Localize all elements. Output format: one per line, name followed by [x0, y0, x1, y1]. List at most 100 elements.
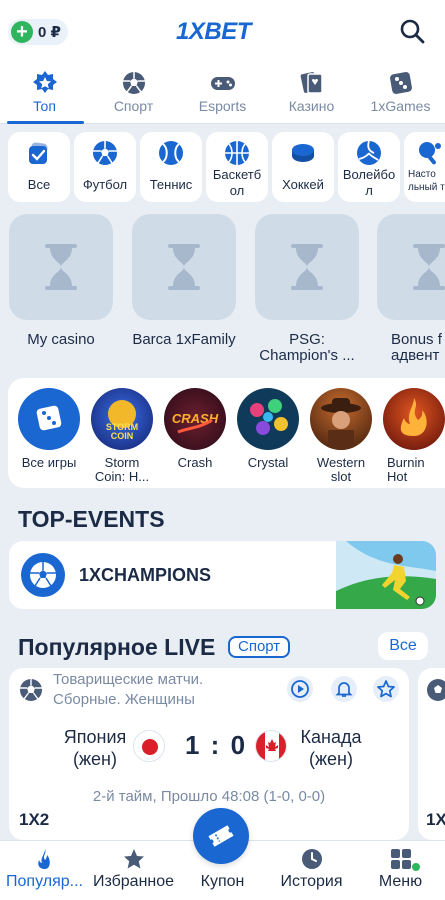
svg-text:CRASH: CRASH [172, 411, 219, 426]
market-type: 1X [426, 810, 445, 829]
game-thumb: STORM COIN [91, 388, 153, 450]
svg-text:COIN: COIN [111, 431, 134, 441]
soccer-ball-icon [19, 678, 43, 702]
notification-button[interactable] [331, 676, 357, 702]
market-type: 1X2 [19, 810, 50, 829]
gamepad-icon [210, 70, 236, 96]
tab-label: Казино [288, 98, 335, 114]
gear-star-icon [32, 70, 58, 96]
star-icon [122, 847, 146, 871]
video-button[interactable] [287, 676, 313, 702]
tab-sport[interactable]: Спорт [89, 62, 178, 124]
promo-card[interactable]: Barca 1xFamily [132, 214, 236, 348]
nav-label: Избранное [92, 873, 175, 890]
soccer-ball-icon [426, 678, 445, 702]
promo-placeholder [132, 214, 236, 320]
game-crystal[interactable]: Crystal [237, 388, 299, 470]
canada-flag-icon [255, 730, 287, 762]
star-icon [377, 680, 395, 698]
dice-icon [36, 405, 62, 431]
sport-chip-tennis[interactable]: Теннис [140, 132, 202, 202]
sport-chip-football[interactable]: Футбол [74, 132, 136, 202]
tab-label: 1xGames [370, 98, 431, 114]
promo-card[interactable]: My casino [9, 214, 113, 348]
volleyball-icon [356, 140, 382, 166]
promo-label: Barca 1xFamily [132, 331, 236, 348]
tab-label: Топ [33, 98, 56, 114]
nav-history[interactable]: История [267, 841, 356, 900]
tab-label: Esports [198, 98, 247, 114]
hourglass-icon [291, 244, 323, 290]
promo-label: PSG: Champion's ... [259, 331, 355, 364]
brand-logo[interactable]: 1XBET [176, 18, 251, 46]
sport-chip-table-tennis[interactable]: Насто льный те [404, 132, 445, 202]
match-card[interactable]: 1X [418, 668, 445, 840]
league-line: Сборные. Женщины [53, 691, 195, 708]
football-player-illustration [336, 541, 436, 609]
bell-icon [335, 682, 353, 697]
search-icon[interactable] [399, 18, 425, 44]
fire-icon [33, 847, 57, 871]
balance-button[interactable]: + 0 ₽ [8, 19, 68, 45]
sport-chip-all[interactable]: Все [8, 132, 70, 202]
game-crash[interactable]: CRASH Crash [164, 388, 226, 470]
game-label: Western slot [316, 455, 366, 484]
sport-label: Насто льный те [408, 169, 445, 193]
check-badge-icon [26, 140, 52, 166]
sport-label: Волейбо л [342, 167, 396, 198]
top-bar: + 0 ₽ 1XBET [0, 0, 445, 62]
play-icon [291, 680, 309, 698]
tab-esports[interactable]: Esports [178, 62, 267, 124]
champions-card[interactable]: 1XCHAMPIONS [9, 541, 436, 609]
sport-filter-chip[interactable]: Спорт [228, 636, 291, 658]
tab-top[interactable]: Топ [0, 62, 89, 124]
game-label: Crash [177, 455, 213, 470]
dice-icon [388, 70, 414, 96]
game-label: Crystal [247, 455, 289, 470]
team-name: Япония [63, 727, 127, 747]
tab-1xgames[interactable]: 1xGames [356, 62, 445, 124]
game-all[interactable]: Все игры [18, 388, 80, 470]
deposit-plus-icon[interactable]: + [11, 21, 33, 43]
tab-casino[interactable]: Казино [267, 62, 356, 124]
cards-icon [299, 70, 325, 96]
nav-favorites[interactable]: Избранное [89, 841, 178, 900]
balance-amount: 0 ₽ [38, 24, 61, 41]
hourglass-icon [413, 244, 445, 290]
promo-carousel: My casino Barca 1xFamily PSG: Champion's… [0, 214, 445, 374]
game-thumb [237, 388, 299, 450]
game-thumb [310, 388, 372, 450]
game-storm-coin[interactable]: STORM COIN Storm Coin: H... [91, 388, 153, 484]
nav-label: Купон [200, 873, 245, 890]
game-label: Storm Coin: H... [94, 455, 150, 484]
sport-chip-hockey[interactable]: Хоккей [272, 132, 334, 202]
promo-card[interactable]: PSG: Champion's ... [255, 214, 359, 364]
coupon-button[interactable] [193, 808, 249, 864]
game-thumb [383, 388, 445, 450]
game-western-slot[interactable]: Western slot [310, 388, 372, 484]
game-burning-hot[interactable]: Burnin Hot [383, 388, 445, 484]
sport-chip-volleyball[interactable]: Волейбо л [338, 132, 400, 202]
hockey-puck-icon [290, 140, 316, 166]
league-line: Товарищеские матчи. [53, 671, 204, 688]
basketball-icon [224, 140, 250, 166]
top-events-title: TOP-EVENTS [18, 506, 165, 532]
league-name: Товарищеские матчи. Сборные. Женщины [53, 670, 203, 710]
soccer-ball-icon [21, 553, 65, 597]
promo-label: Bonus f - адвент [391, 331, 445, 364]
nav-popular[interactable]: Популяр... [0, 841, 89, 900]
see-all-button[interactable]: Все [378, 632, 428, 660]
game-thumb [18, 388, 80, 450]
japan-flag-icon [133, 730, 165, 762]
game-label: Burnin Hot [387, 455, 425, 484]
nav-menu[interactable]: Меню [356, 841, 445, 900]
clock-icon [300, 847, 324, 871]
promo-card[interactable]: Bonus f - адвент [377, 214, 445, 364]
sport-chip-basketball[interactable]: Баскетб ол [206, 132, 268, 202]
notification-dot [412, 863, 420, 871]
nav-label: Меню [378, 873, 423, 890]
ticket-icon [208, 825, 234, 847]
game-thumb: CRASH [164, 388, 226, 450]
team-away: Канада (жен) [291, 726, 371, 770]
favorite-button[interactable] [373, 676, 399, 702]
